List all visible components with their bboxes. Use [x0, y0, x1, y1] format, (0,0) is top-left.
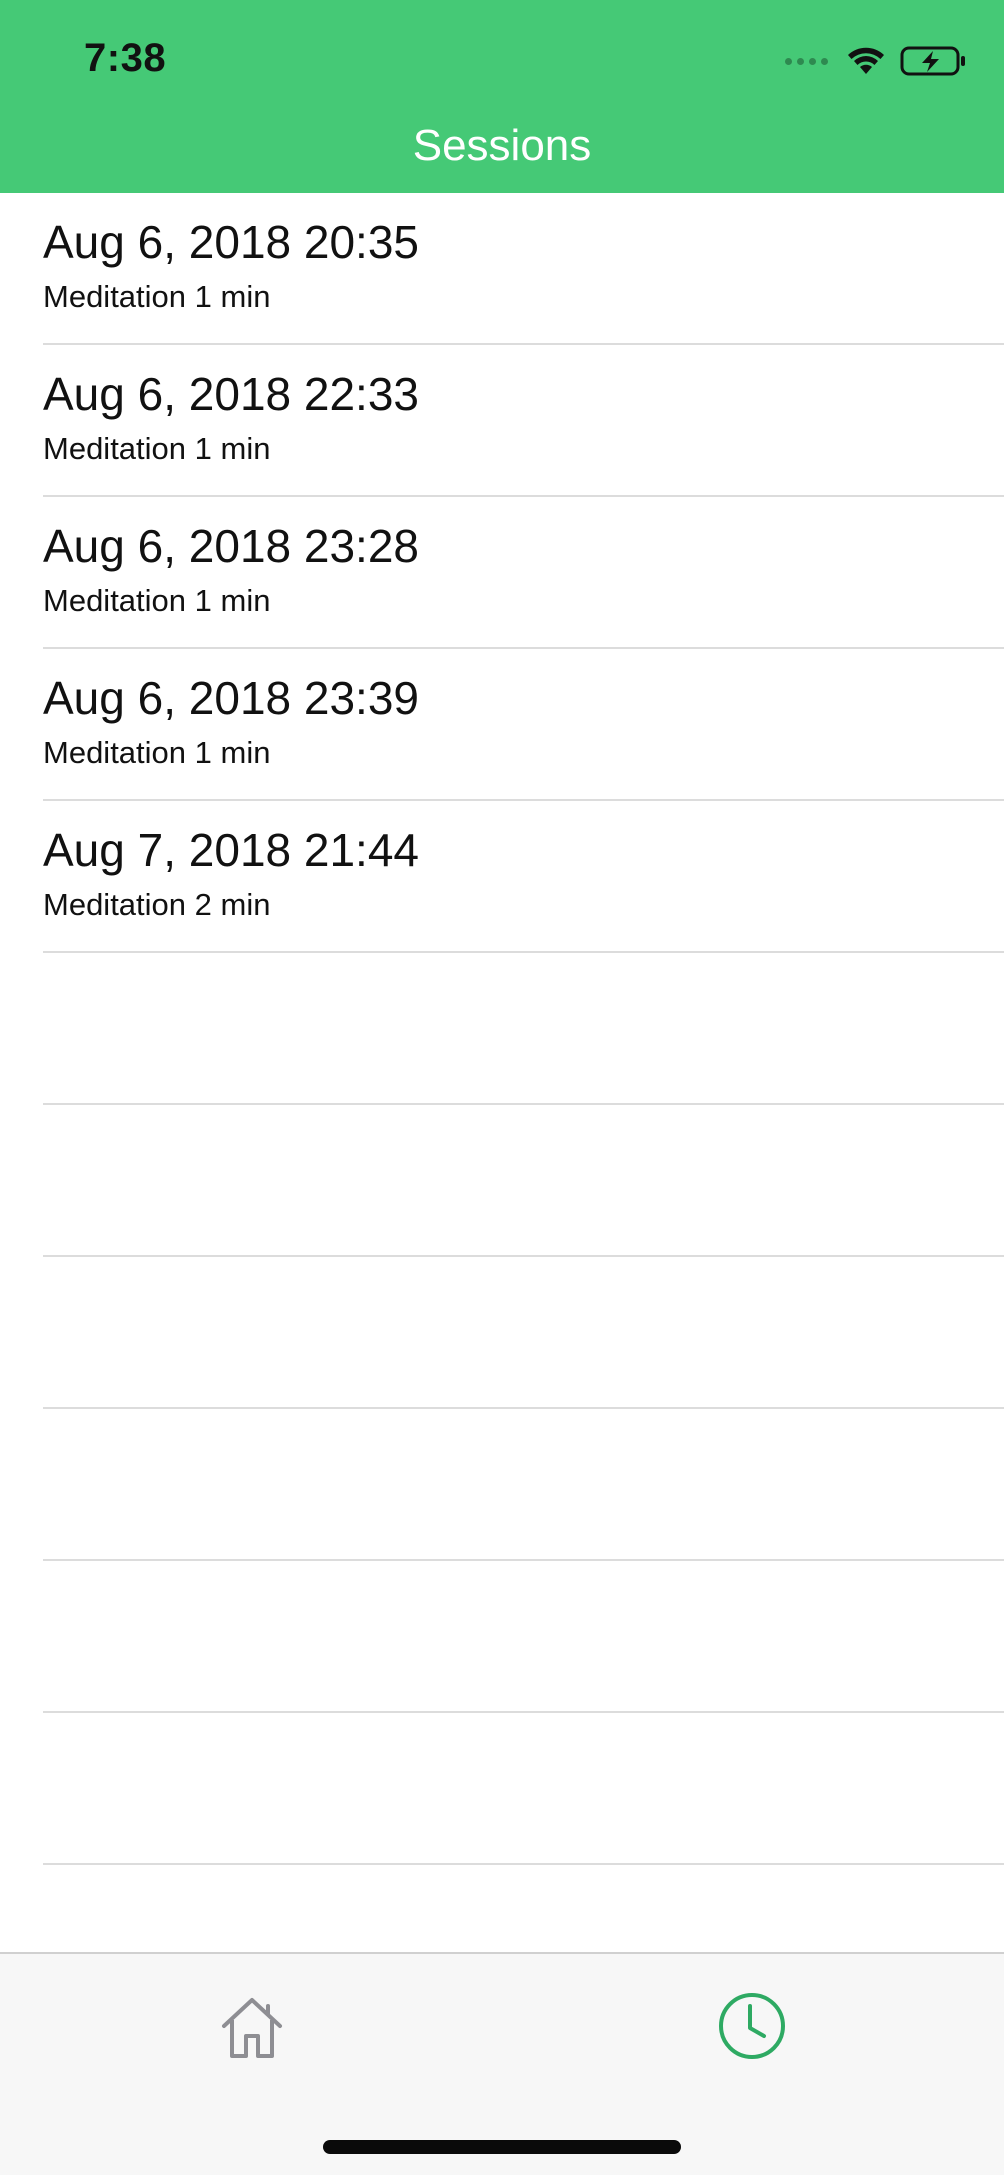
session-detail: Meditation 1 min: [43, 583, 271, 618]
status-indicators: [785, 44, 966, 78]
session-detail: Meditation 1 min: [43, 735, 271, 770]
empty-row: [43, 1409, 1004, 1561]
navigation-header: 7:38 Sessions: [0, 0, 1004, 193]
session-detail: Meditation 2 min: [43, 887, 271, 922]
tab-sessions[interactable]: [712, 1986, 792, 2066]
session-date: Aug 6, 2018 23:28: [43, 520, 419, 572]
empty-row: [43, 1561, 1004, 1713]
battery-charging-icon: [900, 46, 965, 76]
session-row[interactable]: Aug 6, 2018 23:28 Meditation 1 min: [43, 497, 1004, 649]
cellular-signal-icon: [785, 57, 828, 65]
page-title: Sessions: [412, 121, 592, 170]
empty-row: [43, 1105, 1004, 1257]
empty-row: [43, 1257, 1004, 1409]
status-time: 7:38: [84, 36, 167, 80]
session-detail: Meditation 1 min: [43, 431, 271, 466]
session-date: Aug 6, 2018 20:35: [43, 216, 419, 268]
session-row[interactable]: Aug 6, 2018 22:33 Meditation 1 min: [43, 345, 1004, 497]
session-date: Aug 6, 2018 23:39: [43, 672, 419, 724]
empty-row: [43, 1713, 1004, 1865]
sessions-list: Aug 6, 2018 20:35 Meditation 1 min Aug 6…: [0, 193, 1004, 1865]
home-indicator: [323, 2140, 681, 2154]
clock-icon: [719, 1993, 785, 2059]
wifi-icon: [848, 47, 884, 74]
session-row[interactable]: Aug 7, 2018 21:44 Meditation 2 min: [43, 801, 1004, 953]
empty-row: [43, 953, 1004, 1105]
session-date: Aug 6, 2018 22:33: [43, 368, 419, 420]
session-row[interactable]: Aug 6, 2018 20:35 Meditation 1 min: [43, 193, 1004, 345]
tab-home[interactable]: [212, 1986, 292, 2066]
home-icon: [222, 1998, 282, 2058]
session-detail: Meditation 1 min: [43, 279, 271, 314]
session-row[interactable]: Aug 6, 2018 23:39 Meditation 1 min: [43, 649, 1004, 801]
session-date: Aug 7, 2018 21:44: [43, 824, 419, 876]
